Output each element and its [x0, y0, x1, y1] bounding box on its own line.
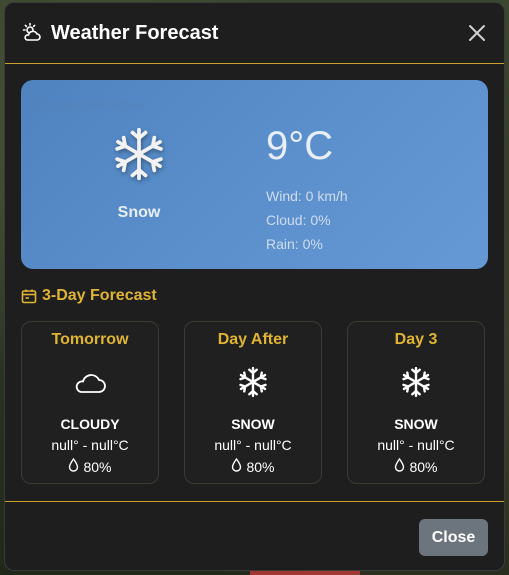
current-weather-label: Current Weather	[35, 97, 145, 113]
day-condition: CLOUDY	[60, 416, 120, 432]
current-stats: Wind: 0 km/h Cloud: 0% Rain: 0%	[266, 184, 348, 256]
close-button[interactable]: Close	[419, 519, 488, 556]
calendar-icon	[21, 288, 37, 304]
wind-value: Wind: 0 km/h	[266, 188, 348, 204]
weather-modal: Weather Forecast Current Weather Snow 9°…	[4, 2, 505, 571]
cloud-value: Cloud: 0%	[266, 212, 331, 228]
day-temp-range: null° - null°C	[377, 437, 455, 453]
modal-title: Weather Forecast	[51, 21, 219, 44]
snowflake-icon	[235, 364, 271, 400]
sun-cloud-icon	[21, 22, 43, 44]
snowflake-icon	[398, 364, 434, 400]
droplet-icon	[394, 457, 405, 475]
modal-footer: Close	[5, 501, 504, 572]
day-name: Tomorrow	[51, 331, 129, 348]
current-temperature: 9°C	[266, 124, 334, 168]
current-condition: Snow	[117, 204, 161, 221]
droplet-icon	[231, 457, 242, 475]
forecast-heading: 3-Day Forecast	[21, 286, 488, 306]
forecast-day-card: Day After SNOW null° - null°C 80%	[184, 321, 322, 484]
day-precip-value: 80%	[83, 458, 112, 475]
day-temp-range: null° - null°C	[51, 437, 129, 453]
modal-body: Current Weather Snow 9°C Wind: 0 km/h Cl…	[5, 64, 504, 484]
day-precip-value: 80%	[409, 458, 438, 475]
forecast-days: Tomorrow CLOUDY null° - null°C 80% Day A…	[21, 321, 488, 484]
day-name: Day 3	[394, 331, 438, 348]
day-precip-value: 80%	[246, 458, 275, 475]
day-precip: 80%	[348, 457, 484, 475]
close-icon[interactable]	[466, 22, 488, 44]
day-condition: SNOW	[394, 416, 438, 432]
forecast-heading-label: 3-Day Forecast	[42, 287, 157, 304]
droplet-icon	[68, 457, 79, 475]
day-name: Day After	[217, 331, 289, 348]
current-weather-card: Current Weather Snow 9°C Wind: 0 km/h Cl…	[21, 80, 488, 269]
modal-header: Weather Forecast	[5, 3, 504, 64]
snowflake-icon	[111, 124, 167, 184]
cloud-icon	[72, 364, 108, 400]
day-precip: 80%	[185, 457, 321, 475]
forecast-day-card: Tomorrow CLOUDY null° - null°C 80%	[21, 321, 159, 484]
day-temp-range: null° - null°C	[214, 437, 292, 453]
forecast-day-card: Day 3 SNOW null° - null°C 80%	[347, 321, 485, 484]
rain-value: Rain: 0%	[266, 236, 323, 252]
day-condition: SNOW	[231, 416, 275, 432]
day-precip: 80%	[22, 457, 158, 475]
